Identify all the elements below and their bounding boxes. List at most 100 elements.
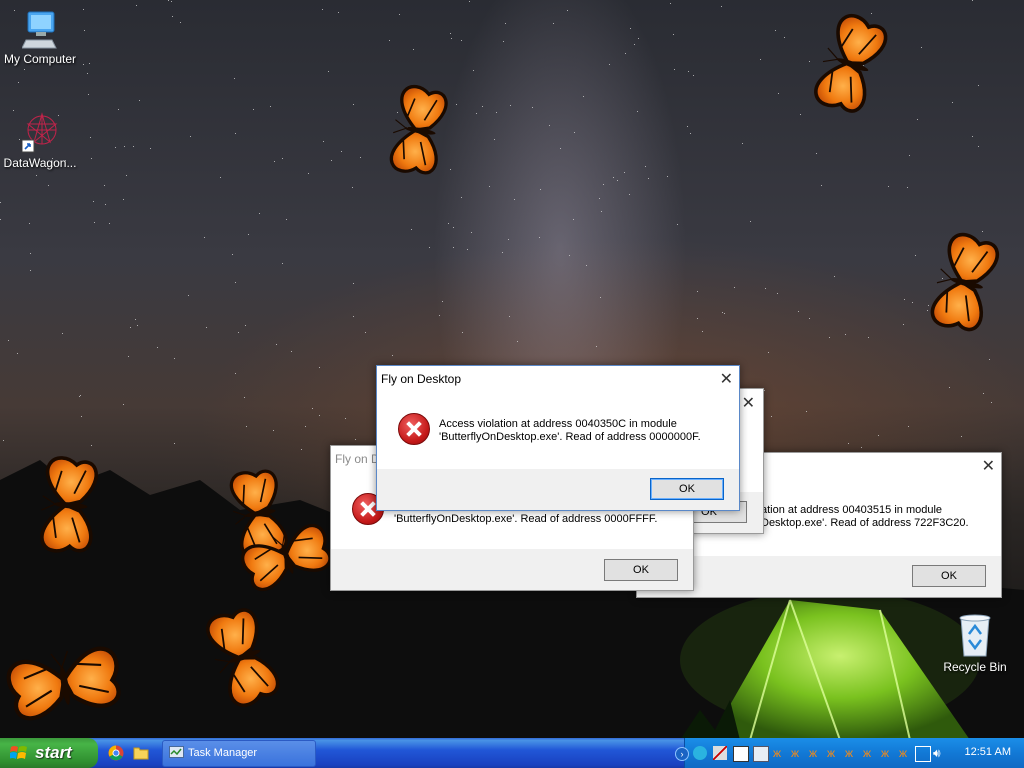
butterfly-2: [807, 9, 892, 119]
star: [360, 157, 361, 158]
star: [87, 73, 88, 74]
star: [978, 146, 979, 147]
star: [232, 254, 233, 255]
datawagon-icon[interactable]: DataWagon...: [0, 108, 80, 170]
butterfly-tray-icon[interactable]: ж: [773, 746, 787, 760]
butterfly-tray-icon[interactable]: ж: [899, 746, 913, 760]
close-icon[interactable]: ✕: [720, 369, 733, 389]
tray-app-icon[interactable]: [693, 746, 707, 760]
dialog-title: Fly on Desktop: [381, 372, 462, 386]
star: [674, 69, 675, 70]
star: [697, 291, 698, 292]
star: [630, 28, 631, 29]
star: [489, 186, 490, 187]
star: [771, 416, 772, 417]
star: [775, 30, 776, 31]
star: [667, 176, 668, 177]
tray-expand-icon[interactable]: ›: [675, 747, 689, 761]
star: [94, 222, 95, 223]
star: [245, 325, 246, 326]
error-message-line2: Desktop.exe'. Read of address 722F3C20.: [761, 517, 969, 529]
star: [688, 71, 689, 72]
butterfly-tray-icon[interactable]: ж: [791, 746, 805, 760]
star: [30, 253, 31, 254]
taskbar-item-task-manager[interactable]: Task Manager: [162, 740, 316, 767]
star: [462, 332, 463, 333]
star: [88, 94, 89, 95]
ok-button[interactable]: OK: [650, 478, 724, 500]
ok-button[interactable]: OK: [604, 559, 678, 581]
star: [248, 234, 249, 235]
star: [806, 411, 807, 412]
my-computer-label: My Computer: [3, 52, 77, 66]
my-computer-icon[interactable]: My Computer: [0, 10, 80, 66]
star: [24, 69, 25, 70]
star: [453, 247, 454, 248]
star: [105, 204, 106, 205]
error-icon: [398, 413, 430, 445]
star: [123, 199, 124, 200]
butterfly-1: [385, 82, 450, 179]
close-icon[interactable]: ✕: [742, 393, 755, 413]
windows-logo-icon: [10, 746, 27, 759]
star: [442, 301, 443, 302]
star: [168, 0, 169, 1]
star: [586, 265, 587, 266]
star: [244, 397, 245, 398]
star: [509, 316, 510, 317]
error-dialog-front[interactable]: Fly on Desktop ✕ Access violation at add…: [376, 365, 740, 511]
star: [778, 93, 779, 94]
star: [978, 85, 979, 86]
star: [124, 146, 125, 147]
butterfly-tray-icon[interactable]: ж: [881, 746, 895, 760]
star: [139, 100, 140, 101]
butterfly-7: [199, 602, 284, 712]
device-icon[interactable]: [753, 746, 769, 762]
star: [972, 0, 973, 1]
star: [89, 63, 90, 64]
star: [816, 153, 817, 154]
star: [600, 297, 601, 298]
speaker-icon[interactable]: 🔊︎: [933, 746, 947, 760]
error-message-line2: 'ButterflyOnDesktop.exe'. Read of addres…: [394, 513, 658, 525]
close-icon[interactable]: ✕: [982, 456, 995, 476]
folder-icon[interactable]: [133, 745, 149, 761]
star: [721, 6, 722, 7]
butterfly-tray-icon[interactable]: ж: [845, 746, 859, 760]
star: [319, 367, 320, 368]
star: [750, 221, 751, 222]
star: [471, 232, 472, 233]
star: [574, 132, 575, 133]
recycle-bin-label: Recycle Bin: [943, 660, 1007, 674]
star: [253, 109, 254, 110]
butterfly-tray-icon[interactable]: ж: [827, 746, 841, 760]
star: [768, 352, 769, 353]
spirograph-icon: [22, 112, 58, 153]
chrome-icon[interactable]: [108, 745, 124, 761]
butterfly-tray-icon[interactable]: ж: [863, 746, 877, 760]
star: [690, 133, 691, 134]
network-icon[interactable]: [915, 746, 931, 762]
star: [17, 353, 18, 354]
star: [532, 107, 533, 108]
star: [312, 408, 313, 409]
recycle-bin-icon[interactable]: Recycle Bin: [935, 612, 1015, 674]
star: [118, 109, 119, 110]
star: [353, 283, 354, 284]
star: [331, 160, 332, 161]
star: [798, 311, 799, 312]
security-shield-icon[interactable]: [733, 746, 749, 762]
ok-button[interactable]: OK: [912, 565, 986, 587]
star: [777, 293, 778, 294]
star: [328, 71, 329, 72]
star: [136, 5, 137, 6]
star: [345, 418, 346, 419]
start-button[interactable]: start: [0, 738, 98, 768]
star: [764, 390, 765, 391]
star: [624, 172, 625, 173]
mute-network-icon[interactable]: [713, 746, 727, 760]
butterfly-tray-icon[interactable]: ж: [809, 746, 823, 760]
clock[interactable]: 12:51 AM: [965, 746, 1011, 758]
star: [540, 189, 541, 190]
star: [829, 337, 830, 338]
